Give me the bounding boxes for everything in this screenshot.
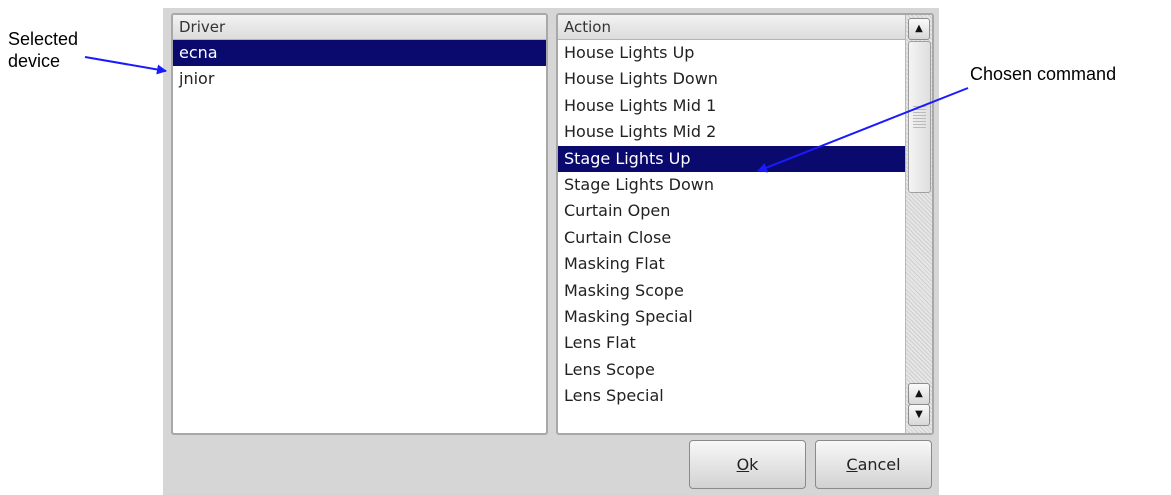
action-scrollbar[interactable]: ▲ ▲ ▼ bbox=[905, 15, 932, 433]
action-list-panel: Action House Lights Up House Lights Down… bbox=[556, 13, 934, 435]
grip-icon bbox=[913, 104, 926, 128]
cancel-label: ancel bbox=[857, 455, 901, 474]
action-item[interactable]: House Lights Mid 1 bbox=[558, 93, 906, 119]
cancel-button[interactable]: Cancel bbox=[815, 440, 932, 489]
driver-column-header[interactable]: Driver bbox=[173, 15, 546, 40]
selected-device-arrow bbox=[84, 56, 167, 75]
scrollbar-thumb[interactable] bbox=[908, 41, 931, 193]
action-item[interactable]: Masking Flat bbox=[558, 251, 906, 277]
scroll-down-arrow-icon[interactable]: ▼ bbox=[908, 404, 930, 426]
action-item[interactable]: House Lights Mid 2 bbox=[558, 119, 906, 145]
ok-button[interactable]: Ok bbox=[689, 440, 806, 489]
action-item[interactable]: Masking Special bbox=[558, 304, 906, 330]
cancel-mnemonic: C bbox=[846, 455, 858, 474]
driver-list-panel: Driver ecna jnior bbox=[171, 13, 548, 435]
action-item[interactable]: Masking Scope bbox=[558, 278, 906, 304]
annotation-line: device bbox=[8, 51, 61, 71]
driver-item-ecna[interactable]: ecna bbox=[173, 40, 546, 67]
action-item[interactable]: Lens Scope bbox=[558, 357, 906, 383]
action-item[interactable]: House Lights Up bbox=[558, 40, 906, 66]
scroll-up-arrow-icon[interactable]: ▲ bbox=[908, 383, 930, 405]
scroll-up-arrow-icon[interactable]: ▲ bbox=[908, 18, 930, 40]
action-item[interactable]: House Lights Down bbox=[558, 66, 906, 92]
annotation-line: Selected bbox=[8, 29, 79, 49]
selected-device-annotation: Selected device bbox=[8, 28, 78, 72]
action-item[interactable]: Curtain Open bbox=[558, 198, 906, 224]
action-list: House Lights Up House Lights Down House … bbox=[558, 40, 906, 433]
driver-list: ecna jnior bbox=[173, 40, 546, 433]
ok-mnemonic: O bbox=[736, 455, 750, 474]
action-item[interactable]: Stage Lights Down bbox=[558, 172, 906, 198]
action-item-selected[interactable]: Stage Lights Up bbox=[558, 145, 906, 172]
action-column-header[interactable]: Action bbox=[558, 15, 906, 40]
action-item[interactable]: Lens Flat bbox=[558, 330, 906, 356]
ok-label: k bbox=[749, 455, 759, 474]
action-item[interactable]: Lens Special bbox=[558, 383, 906, 409]
action-item[interactable]: Curtain Close bbox=[558, 225, 906, 251]
chosen-command-annotation: Chosen command bbox=[970, 64, 1117, 84]
action-dialog: Driver ecna jnior Action House Lights Up… bbox=[163, 8, 939, 495]
driver-item-jnior[interactable]: jnior bbox=[173, 66, 546, 92]
